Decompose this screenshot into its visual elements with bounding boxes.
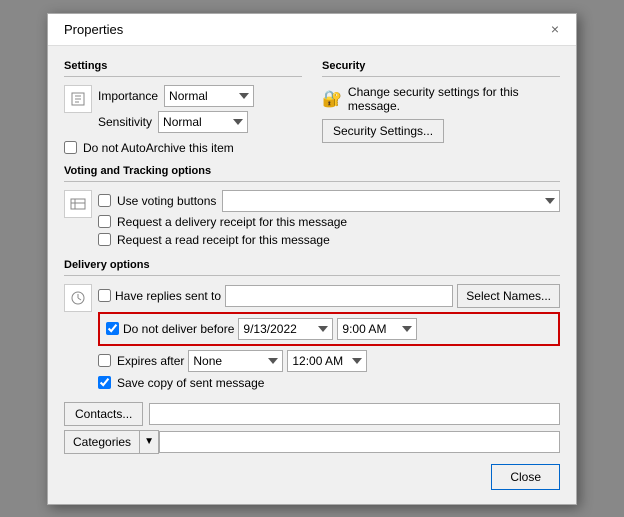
security-divider	[322, 76, 560, 77]
importance-label: Importance	[98, 89, 158, 103]
save-copy-label: Save copy of sent message	[117, 376, 264, 390]
settings-section: Settings Importance	[64, 56, 302, 159]
dialog-body: Settings Importance	[48, 46, 576, 504]
security-header: Security	[322, 60, 560, 72]
voting-rows: Use voting buttons Approve;Reject Yes;No…	[98, 190, 560, 251]
properties-dialog: Properties × Settings	[47, 13, 577, 505]
security-row: 🔐 Change security settings for this mess…	[322, 85, 560, 113]
settings-header: Settings	[64, 60, 302, 72]
delivery-receipt-row: Request a delivery receipt for this mess…	[98, 215, 560, 229]
security-text: Change security settings for this messag…	[348, 85, 560, 113]
contacts-row: Contacts...	[64, 402, 560, 426]
replies-row: Have replies sent to Select Names...	[98, 284, 560, 308]
archive-row: Do not AutoArchive this item	[64, 141, 302, 155]
voting-section: Voting and Tracking options Use voting b…	[64, 165, 560, 251]
categories-dropdown-button[interactable]: ▼	[139, 430, 159, 454]
archive-checkbox[interactable]	[64, 141, 77, 154]
categories-button[interactable]: Categories	[64, 430, 139, 454]
voting-header: Voting and Tracking options	[64, 165, 560, 177]
delivery-icon	[64, 284, 92, 312]
read-receipt-label: Request a read receipt for this message	[117, 233, 330, 247]
categories-btn-wrap: Categories ▼	[64, 430, 159, 454]
select-names-button[interactable]: Select Names...	[457, 284, 560, 308]
settings-rows: Importance Normal High Low Sensitivity N…	[98, 85, 302, 137]
expires-date-select[interactable]: None	[188, 350, 283, 372]
close-dialog-button[interactable]: Close	[491, 464, 560, 490]
settings-icon	[64, 85, 92, 113]
top-row: Settings Importance	[64, 56, 560, 159]
dialog-title: Properties	[64, 22, 123, 37]
expires-row: Expires after None 12:00 AM	[98, 350, 560, 372]
save-copy-row: Save copy of sent message	[98, 376, 560, 390]
importance-row: Importance Normal High Low	[98, 85, 302, 107]
security-btn-row: Security Settings...	[322, 119, 560, 143]
sensitivity-label: Sensitivity	[98, 115, 152, 129]
bottom-section: Contacts... Categories ▼ None	[64, 402, 560, 454]
expires-label: Expires after	[117, 354, 184, 368]
archive-label: Do not AutoArchive this item	[83, 141, 234, 155]
delivery-receipt-checkbox[interactable]	[98, 215, 111, 228]
sensitivity-row: Sensitivity Normal Personal Private Conf…	[98, 111, 302, 133]
replies-checkbox[interactable]	[98, 289, 111, 302]
footer-row: Close	[64, 464, 560, 490]
use-voting-label: Use voting buttons	[117, 194, 216, 208]
expires-checkbox[interactable]	[98, 354, 111, 367]
window-close-button[interactable]: ×	[546, 20, 564, 38]
replies-input[interactable]	[225, 285, 453, 307]
do-not-deliver-label: Do not deliver before	[123, 322, 234, 336]
use-voting-checkbox[interactable]	[98, 194, 111, 207]
delivery-icon-area: Have replies sent to Select Names... Do …	[64, 284, 560, 394]
voting-icon	[64, 190, 92, 218]
voting-divider	[64, 181, 560, 182]
settings-icon-area: Importance Normal High Low Sensitivity N…	[64, 85, 302, 137]
read-receipt-row: Request a read receipt for this message	[98, 233, 560, 247]
security-settings-button[interactable]: Security Settings...	[322, 119, 444, 143]
categories-input[interactable]: None	[159, 431, 560, 453]
title-bar: Properties ×	[48, 14, 576, 46]
security-icon: 🔐	[322, 89, 342, 109]
do-not-deliver-checkbox[interactable]	[106, 322, 119, 335]
voting-options-select[interactable]: Approve;Reject Yes;No Yes;No;Maybe	[222, 190, 560, 212]
replies-label: Have replies sent to	[115, 289, 221, 303]
contacts-button[interactable]: Contacts...	[64, 402, 143, 426]
deliver-time-select[interactable]: 9:00 AM	[337, 318, 417, 340]
voting-icon-area: Use voting buttons Approve;Reject Yes;No…	[64, 190, 560, 251]
expires-time-select[interactable]: 12:00 AM	[287, 350, 367, 372]
deliver-date-select[interactable]: 9/13/2022	[238, 318, 333, 340]
read-receipt-checkbox[interactable]	[98, 233, 111, 246]
use-voting-row: Use voting buttons Approve;Reject Yes;No…	[98, 190, 560, 212]
delivery-rows: Have replies sent to Select Names... Do …	[98, 284, 560, 394]
importance-select[interactable]: Normal High Low	[164, 85, 254, 107]
deliver-row: Do not deliver before 9/13/2022 9:00 AM	[106, 318, 552, 340]
delivery-receipt-label: Request a delivery receipt for this mess…	[117, 215, 347, 229]
security-section: Security 🔐 Change security settings for …	[322, 56, 560, 159]
delivery-header: Delivery options	[64, 259, 560, 271]
categories-row: Categories ▼ None	[64, 430, 560, 454]
delivery-section: Delivery options Have replies sent to	[64, 259, 560, 394]
contacts-input[interactable]	[149, 403, 560, 425]
settings-divider	[64, 76, 302, 77]
sensitivity-select[interactable]: Normal Personal Private Confidential	[158, 111, 248, 133]
do-not-deliver-box: Do not deliver before 9/13/2022 9:00 AM	[98, 312, 560, 346]
save-copy-checkbox[interactable]	[98, 376, 111, 389]
delivery-divider	[64, 275, 560, 276]
